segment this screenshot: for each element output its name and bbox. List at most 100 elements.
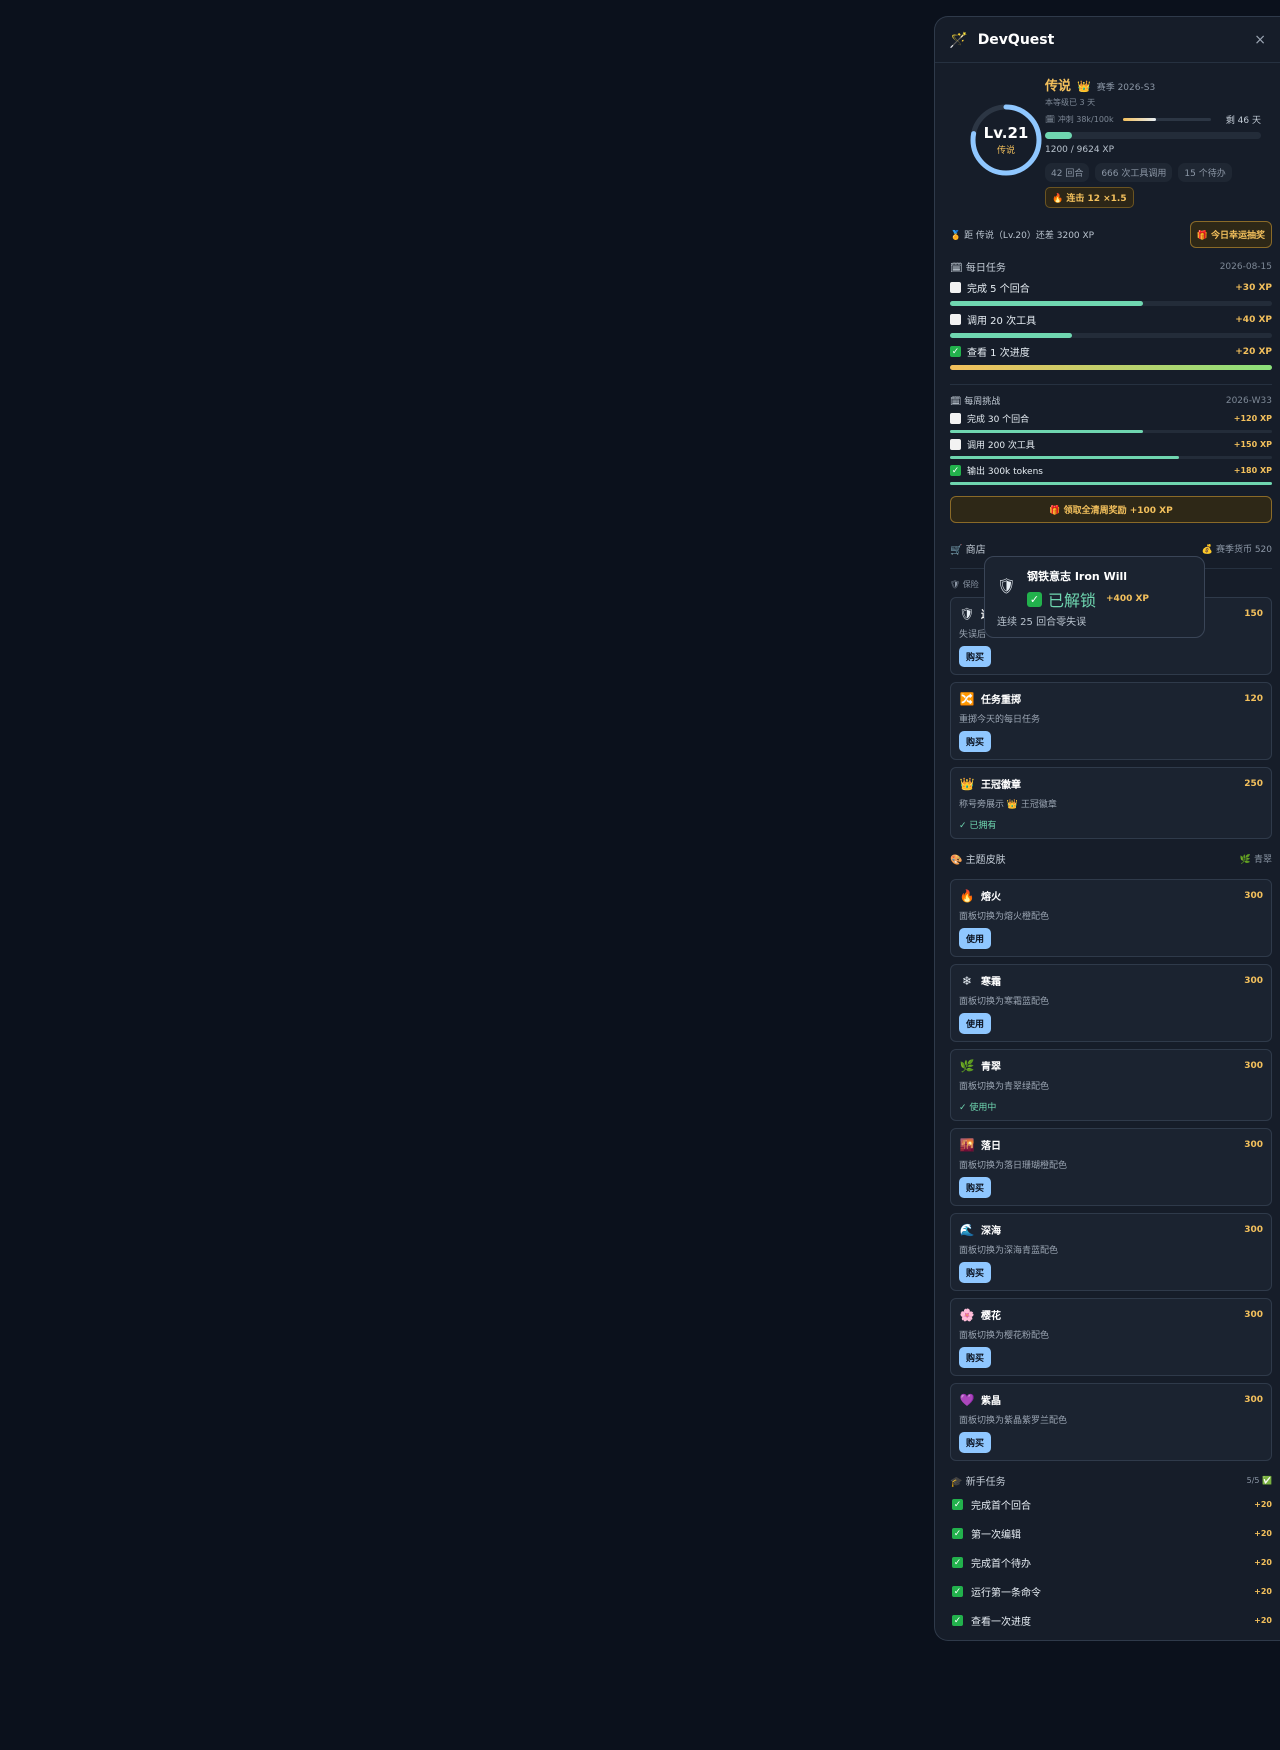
task-label: 完成首个待办: [971, 1559, 1031, 1570]
buy-button[interactable]: 购买: [959, 646, 992, 667]
newbie-count: 5/5 ✅: [1246, 1476, 1272, 1485]
item-name: 王冠徽章: [981, 780, 1021, 791]
checkbox: [950, 439, 961, 450]
daily-tasks-title: 🗓 每日任务: [950, 263, 1006, 274]
task-label: 第一次编辑: [971, 1530, 1021, 1541]
shop-item: 🔀 任务重掷 120 重掷今天的每日任务 购买: [950, 682, 1272, 760]
level-tier-label: 传说: [996, 146, 1015, 156]
stat-turns: 42 回合: [1045, 163, 1090, 182]
achievement-name: 钢铁意志 Iron Will: [1027, 570, 1128, 583]
days-at-level: 本等级已 3 天: [1045, 98, 1096, 107]
xp-text: 1200 / 9624 XP: [1045, 145, 1115, 155]
xp-progress-bar: [1045, 132, 1261, 139]
task-label: 输出 300k tokens: [967, 467, 1043, 477]
skin-desc: 面板切换为深海青蓝配色: [959, 1246, 1059, 1256]
newbie-tasks: 🎓 新手任务 5/5 ✅ ✓ 完成首个回合 +20 ✓ 第一次编辑 +20 ✓ 完成首个待…: [950, 1473, 1272, 1635]
task-xp: +20: [1254, 1616, 1272, 1625]
days-left: 剩 46 天: [1225, 116, 1261, 126]
task-label: 查看 1 次进度: [967, 348, 1030, 359]
purple-heart-icon: 💜: [959, 1392, 975, 1407]
item-name: 任务重掷: [981, 695, 1021, 706]
owned-status: ✓ 已拥有: [959, 821, 997, 831]
skin-name: 落日: [981, 1141, 1001, 1152]
shuffle-icon: 🔀: [959, 691, 975, 706]
use-button[interactable]: 使用: [959, 1013, 992, 1034]
skin-desc: 面板切换为熔火橙配色: [959, 912, 1050, 922]
daily-date: 2026-08-15: [1219, 261, 1272, 272]
skin-desc: 面板切换为青翠绿配色: [959, 1082, 1050, 1092]
skin-name: 熔火: [981, 892, 1001, 903]
skin-price: 300: [1244, 1060, 1263, 1071]
checkbox-checked: ✓: [952, 1557, 963, 1568]
devquest-panel: 🪄 DevQuest × Lv.21 传说 传说 👑 赛季 2026-S3 本等…: [934, 16, 1280, 1641]
close-icon[interactable]: ×: [1254, 32, 1266, 48]
task-xp: +120 XP: [1233, 414, 1272, 423]
checkbox-checked: ✓: [950, 465, 961, 476]
weekly-task: 完成 30 个回合 +120 XP: [950, 412, 1272, 433]
achievement-status: 已解锁: [1048, 591, 1097, 610]
list-item: ✓ 运行第一条命令 +20: [950, 1577, 1272, 1606]
list-item: ✓ 查看一次进度 +20: [950, 1606, 1272, 1635]
stat-tool-calls: 666 次工具调用: [1095, 163, 1173, 182]
skins-title: 🎨 主题皮肤: [950, 855, 1006, 866]
skin-item: 🔥 熔火 300 面板切换为熔火橙配色 使用: [950, 879, 1272, 957]
buy-button[interactable]: 购买: [959, 1262, 992, 1283]
checkbox-checked: ✓: [950, 346, 961, 357]
list-item: ✓ 完成首个待办 +20: [950, 1548, 1272, 1577]
daily-task: 完成 5 个回合 +30 XP: [950, 280, 1272, 306]
task-progress-bar: [950, 482, 1272, 485]
skin-desc: 面板切换为落日珊瑚橙配色: [959, 1161, 1068, 1171]
sprint-progress-bar: [1122, 118, 1211, 121]
shield-icon: 🛡: [997, 577, 1017, 595]
skin-price: 300: [1244, 1394, 1263, 1405]
skin-item: 🌸 樱花 300 面板切换为樱花粉配色 购买: [950, 1298, 1272, 1376]
item-desc: 重掷今天的每日任务: [959, 715, 1041, 725]
skin-desc: 面板切换为紫晶紫罗兰配色: [959, 1416, 1068, 1426]
skin-name: 樱花: [981, 1311, 1001, 1322]
skin-price: 300: [1244, 1139, 1263, 1150]
task-xp: +30 XP: [1235, 282, 1272, 293]
wave-icon: 🌊: [959, 1222, 975, 1237]
skin-desc: 面板切换为樱花粉配色: [959, 1331, 1050, 1341]
skin-name: 寒霜: [981, 977, 1001, 988]
buy-button[interactable]: 购买: [959, 1432, 992, 1453]
shop-item: 👑 王冠徽章 250 称号旁展示 👑 王冠徽章 ✓ 已拥有: [950, 767, 1272, 839]
task-xp: +20: [1254, 1529, 1272, 1538]
shield-icon: 🛡: [959, 606, 975, 621]
season-label: 赛季 2026-S3: [1096, 83, 1156, 93]
skin-price: 300: [1244, 1309, 1263, 1320]
achievement-desc: 连续 25 回合零失误: [997, 617, 1087, 628]
item-desc: 称号旁展示 👑 王冠徽章: [959, 800, 1057, 810]
newbie-title: 🎓 新手任务: [950, 1477, 1006, 1488]
claim-weekly-reward-button[interactable]: 🎁 领取全清周奖励 +100 XP: [950, 496, 1272, 523]
daily-task: 调用 20 次工具 +40 XP: [950, 312, 1272, 338]
list-item: ✓ 完成首个回合 +20: [950, 1490, 1272, 1519]
tier-title: 传说: [1045, 79, 1072, 94]
task-xp: +40 XP: [1235, 314, 1272, 325]
snowflake-icon: ❄: [961, 973, 973, 988]
current-skin: 🌿 青翠: [1239, 855, 1272, 865]
achievement-xp: +400 XP: [1106, 594, 1150, 604]
task-progress-bar: [950, 456, 1272, 459]
skin-item: 🌊 深海 300 面板切换为深海青蓝配色 购买: [950, 1213, 1272, 1291]
task-xp: +180 XP: [1233, 466, 1272, 475]
level-label: Lv.21: [983, 124, 1029, 142]
use-button[interactable]: 使用: [959, 928, 992, 949]
task-label: 查看一次进度: [971, 1617, 1031, 1628]
buy-button[interactable]: 购买: [959, 1177, 992, 1198]
streak-badge: 🔥 连击 12 ×1.5: [1045, 187, 1134, 208]
skin-item: 💜 紫晶 300 面板切换为紫晶紫罗兰配色 购买: [950, 1383, 1272, 1461]
task-xp: +20: [1254, 1587, 1272, 1596]
checkbox: [950, 282, 961, 293]
item-price: 250: [1244, 778, 1263, 789]
buy-button[interactable]: 购买: [959, 1347, 992, 1368]
buy-button[interactable]: 购买: [959, 731, 992, 752]
skin-price: 300: [1244, 1224, 1263, 1235]
task-label: 完成首个回合: [971, 1501, 1031, 1512]
task-label: 运行第一条命令: [971, 1588, 1041, 1599]
task-progress-bar: [950, 365, 1272, 370]
daily-task: ✓ 查看 1 次进度 +20 XP: [950, 344, 1272, 370]
task-label: 完成 5 个回合: [967, 284, 1030, 295]
checkbox-checked: ✓: [952, 1499, 963, 1510]
task-label: 调用 200 次工具: [967, 441, 1035, 451]
